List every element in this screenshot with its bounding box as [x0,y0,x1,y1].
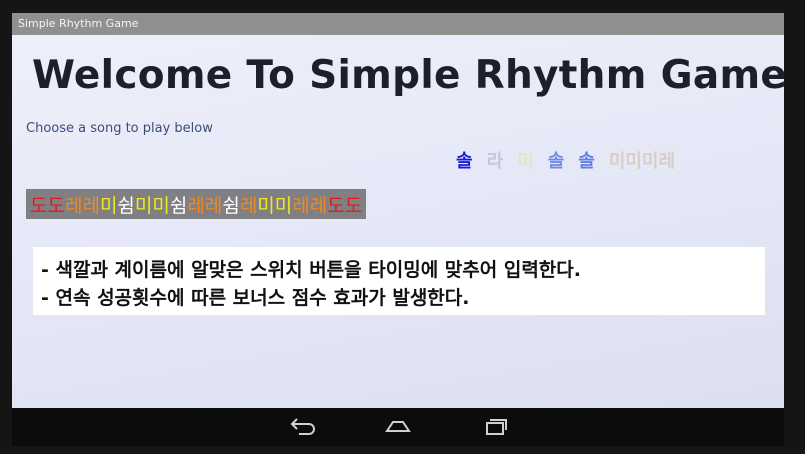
song-note: 쉼 [222,194,240,217]
instructions-box: - 색깔과 계이름에 알맞은 스위치 버튼을 타이밍에 맞추어 입력한다. - … [33,247,765,315]
song-note: 도도 [30,194,65,217]
recent-apps-icon[interactable] [477,414,511,440]
song-note: 쉼 [117,194,135,217]
app-screen: Simple Rhythm Game Welcome To Simple Rhy… [12,13,784,408]
falling-note: 미 [517,151,534,172]
instruction-line: - 색깔과 계이름에 알맞은 스위치 버튼을 타이밍에 맞추어 입력한다. [41,259,581,281]
song-note: 도도 [327,194,363,217]
song-button[interactable]: 도도 레레 미 쉼 미미 쉼 레레 쉼 레 미미 레레 도도 [26,189,367,219]
android-nav-bar [12,408,784,446]
falling-note: 미미미레 [608,151,676,172]
home-icon[interactable] [381,414,415,440]
instruction-line: - 연속 성공횟수에 따른 보너스 점수 효과가 발생한다. [41,287,470,309]
song-note: 미미 [134,194,170,217]
falling-notes: 솔 라 미 솔 솔 미미미레 [456,147,675,173]
falling-note: 라 [486,151,504,172]
song-note: 레레 [64,194,100,217]
window-title: Simple Rhythm Game [12,13,784,35]
page-title: Welcome To Simple Rhythm Game [32,53,784,98]
song-note: 레 [239,194,258,217]
song-prompt: Choose a song to play below [26,121,213,136]
falling-note: 솔 [547,151,565,172]
song-note: 미 [99,194,118,217]
song-note: 레레 [292,194,328,217]
back-icon[interactable] [285,414,319,440]
song-note: 미미 [257,194,293,217]
song-note: 레레 [187,194,223,217]
song-note: 쉼 [169,194,188,217]
falling-note: 솔 [456,151,473,172]
falling-note: 솔 [578,151,595,172]
